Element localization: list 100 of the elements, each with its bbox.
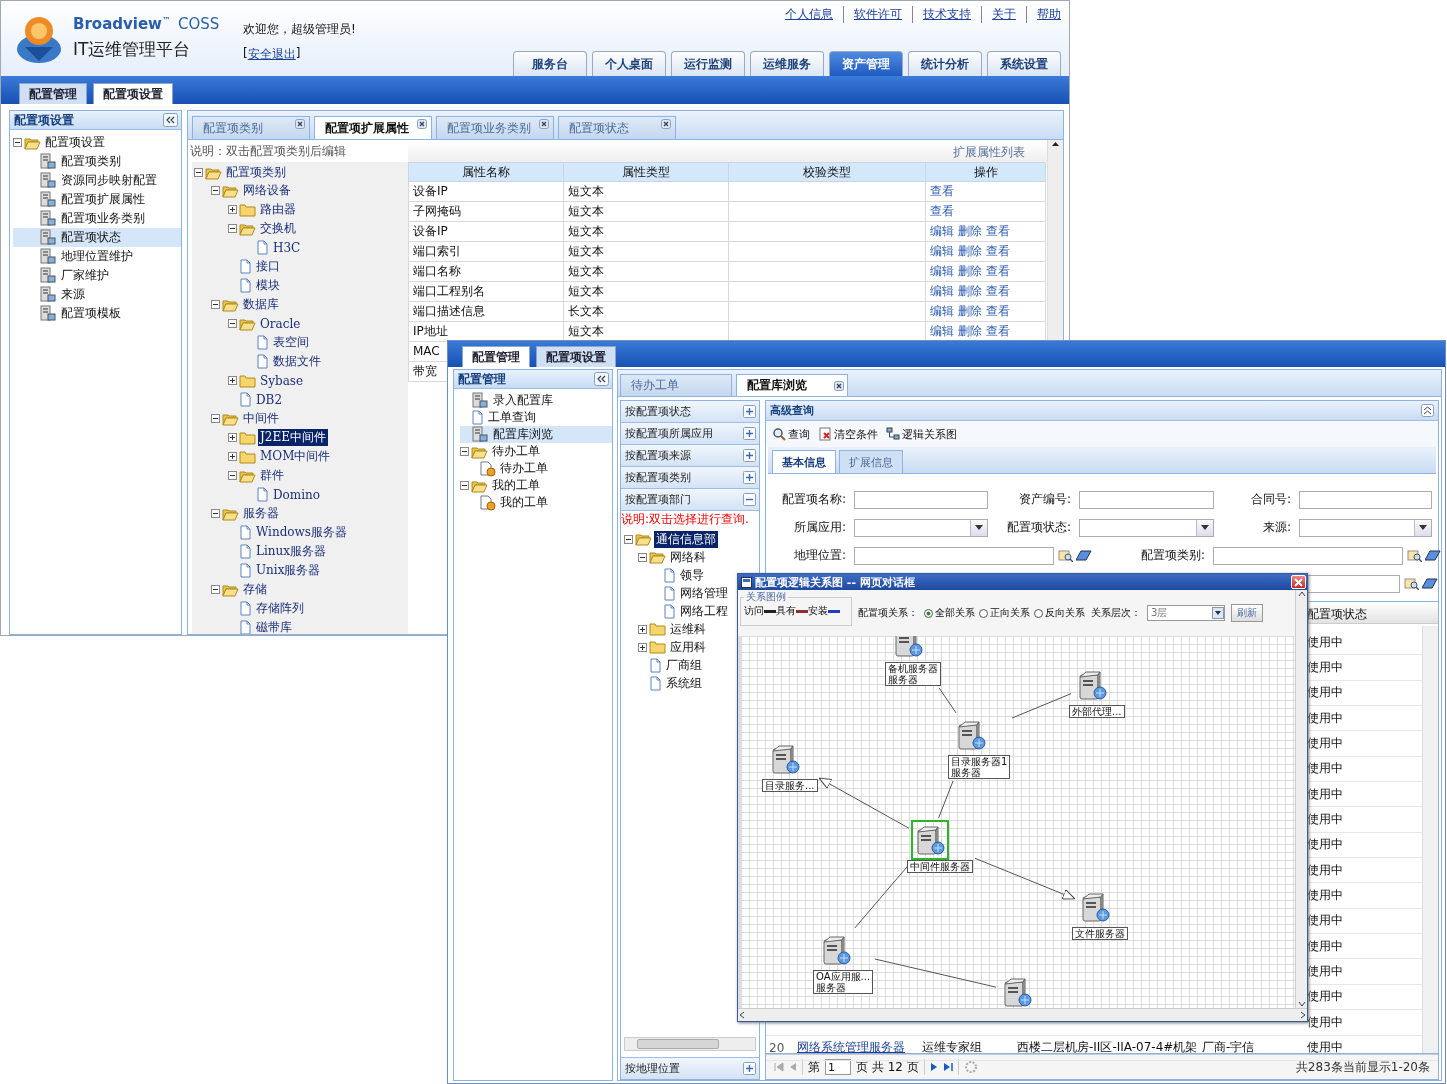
tree-item[interactable]: Unix服务器: [254, 562, 323, 579]
tree-item[interactable]: 配置项扩展属性: [59, 191, 147, 208]
tree-item[interactable]: Linux服务器: [254, 543, 329, 560]
tree-item[interactable]: Windows服务器: [254, 524, 350, 541]
accordion-header[interactable]: 按配置项类别: [621, 467, 759, 489]
tree-item[interactable]: 配置项类别: [59, 153, 123, 170]
tree-item[interactable]: 服务器: [241, 505, 281, 522]
action-link[interactable]: 编辑: [930, 244, 954, 258]
accordion-header[interactable]: 按配置项部门: [621, 489, 759, 511]
logout-link[interactable]: 安全退出: [247, 46, 296, 63]
tab[interactable]: 配置库浏览: [736, 374, 848, 396]
header-link[interactable]: 关于: [992, 7, 1016, 21]
tab[interactable]: 配置管理: [462, 346, 530, 367]
tree-item[interactable]: 资源同步映射配置: [59, 172, 159, 189]
tree-item[interactable]: 模块: [254, 277, 282, 294]
action-link[interactable]: 删除: [958, 324, 982, 338]
action-link[interactable]: 删除: [958, 244, 982, 258]
tree-item[interactable]: 配置项模板: [59, 305, 123, 322]
nav-tab[interactable]: 系统设置: [987, 51, 1061, 76]
action-link[interactable]: 删除: [958, 224, 982, 238]
page-input[interactable]: 1: [825, 1059, 851, 1075]
tree-item[interactable]: H3C: [271, 240, 303, 255]
tree-item[interactable]: 我的工单: [490, 477, 542, 494]
action-link[interactable]: 查看: [986, 264, 1010, 278]
tree-item[interactable]: MOM中间件: [258, 448, 333, 465]
tree-item[interactable]: 存储: [241, 581, 269, 598]
nav-tab[interactable]: 资产管理: [829, 51, 903, 76]
nav-tab[interactable]: 服务台: [513, 51, 587, 76]
tree-item[interactable]: 厂家维护: [59, 267, 111, 284]
action-link[interactable]: 查看: [986, 324, 1010, 338]
action-link[interactable]: 删除: [958, 304, 982, 318]
accordion-header[interactable]: 按地理位置: [621, 1057, 759, 1080]
tab[interactable]: 待办工单: [620, 374, 732, 396]
tree-item[interactable]: Sybase: [258, 373, 306, 388]
tree-item[interactable]: 网络工程: [678, 602, 730, 620]
action-link[interactable]: 查看: [986, 244, 1010, 258]
tree-item[interactable]: 群件: [258, 467, 286, 484]
accordion-header[interactable]: 按配置项状态: [621, 401, 759, 423]
tree-item[interactable]: 网络科: [668, 548, 708, 566]
tab[interactable]: 配置项类别: [192, 116, 310, 139]
tree-item[interactable]: 通信信息部: [654, 530, 718, 548]
tree-item[interactable]: 网络设备: [241, 182, 293, 199]
tree-item[interactable]: 存储阵列: [254, 600, 306, 617]
action-link[interactable]: 查看: [986, 224, 1010, 238]
accordion-header[interactable]: 按配置项所属应用: [621, 423, 759, 445]
accordion-header[interactable]: 按配置项来源: [621, 445, 759, 467]
tree-item[interactable]: 运维科: [668, 620, 708, 638]
tree-item[interactable]: 磁带库: [254, 619, 294, 634]
tree-item[interactable]: 中间件: [241, 410, 281, 427]
action-link[interactable]: 编辑: [930, 324, 954, 338]
tree-item[interactable]: 网络管理: [678, 584, 730, 602]
toolbar-button[interactable]: 清空条件: [818, 426, 878, 442]
tree-item[interactable]: 我的工单: [498, 494, 550, 511]
toolbar-button[interactable]: 查询: [772, 426, 810, 442]
tree-item[interactable]: 地理位置维护: [59, 248, 135, 265]
tree-item[interactable]: 来源: [59, 286, 87, 303]
toolbar-button[interactable]: 逻辑关系图: [886, 426, 957, 442]
tab[interactable]: 配置项业务类别: [436, 116, 554, 139]
header-link[interactable]: 帮助: [1037, 7, 1061, 21]
tab[interactable]: 配置项设置: [536, 346, 616, 367]
action-link[interactable]: 查看: [930, 204, 954, 218]
tree-item[interactable]: Domino: [271, 487, 322, 502]
tree-item[interactable]: 数据文件: [271, 353, 323, 370]
tree-item[interactable]: 配置项类别: [224, 164, 288, 181]
tab[interactable]: 配置管理: [19, 83, 87, 104]
tree-item[interactable]: J2EE中间件: [258, 429, 328, 446]
record-link[interactable]: 网络系统管理服务器: [794, 1039, 919, 1057]
refresh-button[interactable]: 刷新: [1231, 604, 1263, 622]
tree-item[interactable]: 配置项设置: [43, 134, 107, 151]
action-link[interactable]: 编辑: [930, 264, 954, 278]
nav-tab[interactable]: 运维服务: [750, 51, 824, 76]
header-link[interactable]: 个人信息: [785, 7, 833, 21]
tree-item[interactable]: 路由器: [258, 201, 298, 218]
tree-item[interactable]: Oracle: [258, 316, 303, 331]
tab[interactable]: 扩展信息: [839, 450, 903, 473]
tree-item[interactable]: 系统组: [664, 674, 704, 692]
tree-item[interactable]: 录入配置库: [491, 392, 555, 409]
tree-item[interactable]: 待办工单: [490, 443, 542, 460]
tree-item[interactable]: DB2: [254, 392, 285, 407]
action-link[interactable]: 编辑: [930, 224, 954, 238]
tree-item[interactable]: 接口: [254, 258, 282, 275]
nav-tab[interactable]: 运行监测: [671, 51, 745, 76]
tree-item[interactable]: 厂商组: [664, 656, 704, 674]
tree-item[interactable]: 表空间: [271, 334, 311, 351]
action-link[interactable]: 查看: [930, 184, 954, 198]
tree-item[interactable]: 配置项业务类别: [59, 210, 147, 227]
action-link[interactable]: 查看: [986, 284, 1010, 298]
tab[interactable]: 配置项扩展属性: [314, 116, 432, 139]
tree-item[interactable]: 待办工单: [498, 460, 550, 477]
tree-item[interactable]: 工单查询: [486, 409, 538, 426]
action-link[interactable]: 编辑: [930, 284, 954, 298]
nav-tab[interactable]: 统计分析: [908, 51, 982, 76]
header-link[interactable]: 软件许可: [854, 7, 902, 21]
tab[interactable]: 配置项设置: [93, 83, 173, 104]
action-link[interactable]: 查看: [986, 304, 1010, 318]
nav-tab[interactable]: 个人桌面: [592, 51, 666, 76]
action-link[interactable]: 删除: [958, 284, 982, 298]
tab[interactable]: 配置项状态: [558, 116, 676, 139]
header-link[interactable]: 技术支持: [923, 7, 971, 21]
tree-item[interactable]: 应用科: [668, 638, 708, 656]
